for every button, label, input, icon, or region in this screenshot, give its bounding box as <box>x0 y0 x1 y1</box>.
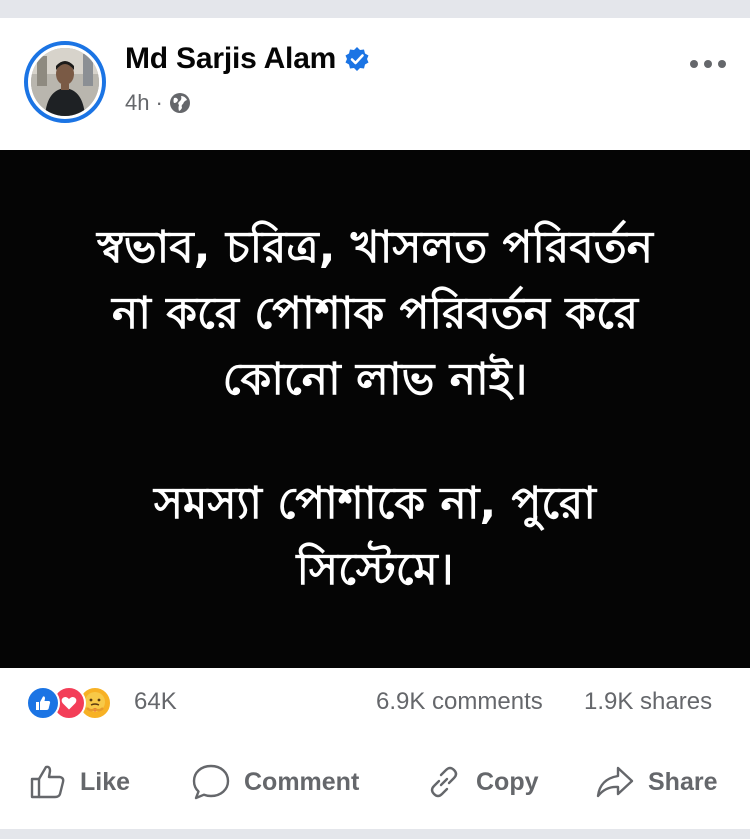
post-card: Md Sarjis Alam 4h · স্বভাব, চরিত্র, খাসল… <box>0 0 750 839</box>
post-image-text-paragraph-2: সমস্যা পোশাকে না, পুরো সিস্টেমে। <box>153 478 597 595</box>
more-options-button[interactable] <box>686 52 730 76</box>
more-dots-icon <box>690 60 698 68</box>
post-header: Md Sarjis Alam 4h · <box>0 18 750 150</box>
avatar[interactable] <box>24 41 106 123</box>
share-button[interactable]: Share <box>594 760 717 804</box>
profile-photo-icon <box>31 48 99 116</box>
copy-label: Copy <box>476 767 539 796</box>
shares-count[interactable]: 1.9K shares <box>584 688 712 716</box>
like-label: Like <box>80 767 131 796</box>
comment-button[interactable]: Comment <box>190 760 359 804</box>
share-label: Share <box>648 767 718 796</box>
top-divider <box>0 0 750 19</box>
post-image[interactable]: স্বভাব, চরিত্র, খাসলত পরিবর্তন না করে পো… <box>0 150 750 668</box>
copy-button[interactable]: Copy <box>424 760 539 804</box>
like-icon <box>28 762 68 802</box>
author-name-text[interactable]: Md Sarjis Alam <box>125 42 336 76</box>
comment-label: Comment <box>244 767 360 796</box>
verified-badge-icon <box>344 46 370 72</box>
post-actions: Like Comment Copy Share <box>0 740 750 828</box>
post-time[interactable]: 4h <box>125 90 149 116</box>
share-icon <box>594 762 636 802</box>
post-image-text-paragraph-1: স্বভাব, চরিত্র, খাসলত পরিবর্তন না করে পো… <box>96 222 653 405</box>
link-icon <box>424 762 464 802</box>
like-button[interactable]: Like <box>28 760 130 804</box>
reaction-count[interactable]: 64K <box>134 688 177 716</box>
comment-icon <box>190 762 232 802</box>
bottom-divider <box>0 829 750 839</box>
post-stats: 64K 6.9K comments 1.9K shares <box>0 668 750 740</box>
comments-count[interactable]: 6.9K comments <box>376 688 543 716</box>
more-dot <box>704 60 712 68</box>
author-name[interactable]: Md Sarjis Alam <box>125 42 370 76</box>
post-meta: 4h · <box>125 90 191 116</box>
reaction-icons[interactable] <box>26 686 112 720</box>
meta-separator: · <box>155 90 163 115</box>
globe-icon[interactable] <box>169 92 191 114</box>
like-reaction-icon <box>26 686 60 720</box>
more-dot <box>718 60 726 68</box>
